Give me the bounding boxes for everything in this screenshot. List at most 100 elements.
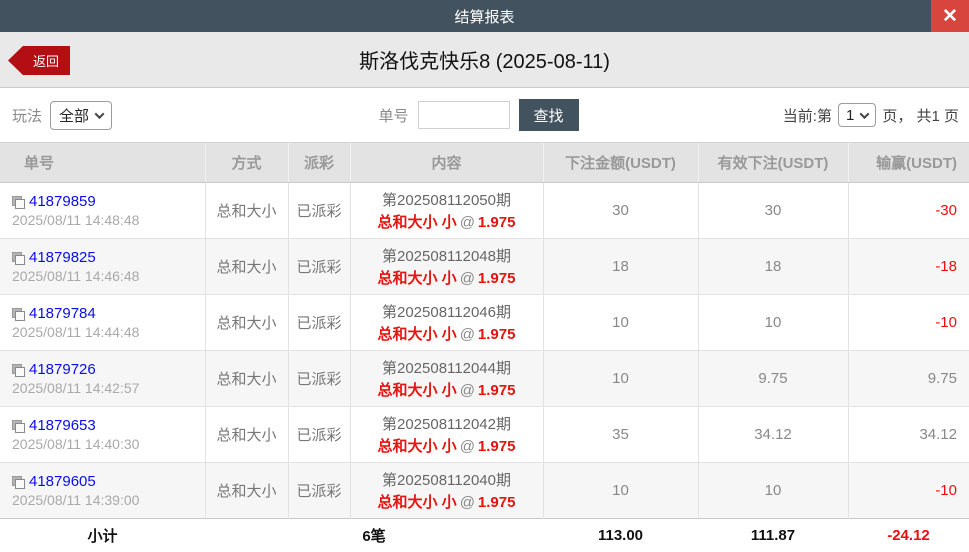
col-order-no: 单号	[0, 142, 205, 183]
order-no-link[interactable]: 41879605	[29, 473, 96, 490]
page-suffix-label: 页， 共1 页	[882, 107, 959, 125]
pick-selection: 总和大小 小	[377, 326, 457, 343]
pick-odds: 1.975	[477, 382, 516, 399]
subtotal-valid: 111.87	[698, 518, 848, 552]
pick-selection: 总和大小 小	[377, 270, 457, 287]
win-loss-cell: 9.75	[847, 350, 969, 407]
pick-text: 总和大小 小 @1.975	[351, 267, 543, 288]
col-payout: 派彩	[287, 142, 350, 183]
copy-icon[interactable]	[12, 475, 25, 489]
order-no-label: 单号	[378, 107, 409, 125]
subtotal-label: 小计	[0, 518, 205, 552]
pick-odds: 1.975	[477, 438, 516, 455]
play-type-label: 玩法	[12, 107, 43, 125]
table-footer: 小计 6笔 113.00 111.87 -24.12	[0, 518, 969, 552]
valid-bet-cell: 10	[697, 462, 848, 519]
pick-selection: 总和大小 小	[377, 438, 457, 455]
payout-status-cell: 已派彩	[287, 182, 350, 239]
copy-icon[interactable]	[12, 195, 25, 209]
order-no-input[interactable]	[417, 101, 510, 129]
order-no-link[interactable]: 41879825	[29, 249, 96, 266]
content-cell: 第202508112050期 总和大小 小 @1.975	[349, 182, 543, 239]
payout-status-cell: 已派彩	[287, 406, 350, 463]
pick-text: 总和大小 小 @1.975	[351, 323, 543, 344]
period-text: 第202508112048期	[382, 248, 511, 265]
content-cell: 第202508112046期 总和大小 小 @1.975	[349, 294, 543, 351]
method-cell: 总和大小	[204, 406, 288, 463]
order-no-link[interactable]: 41879653	[29, 417, 96, 434]
win-loss-cell: -18	[847, 238, 969, 295]
order-timestamp: 2025/08/11 14:39:00	[12, 492, 140, 508]
order-timestamp: 2025/08/11 14:44:48	[12, 324, 140, 340]
modal-title: 结算报表	[454, 8, 515, 26]
table-row: 41879825 2025/08/11 14:46:48 总和大小 已派彩 第2…	[0, 238, 969, 295]
valid-bet-cell: 18	[697, 238, 848, 295]
settlement-table: 单号 方式 派彩 内容 下注金额(USDT) 有效下注(USDT) 输赢(USD…	[0, 142, 969, 552]
play-type-value: 全部	[59, 107, 90, 125]
order-no-link[interactable]: 41879784	[29, 305, 96, 322]
order-search-group: 单号 查找	[378, 88, 579, 142]
method-cell: 总和大小	[204, 238, 288, 295]
search-button[interactable]: 查找	[518, 99, 579, 131]
subtotal-count: 6笔	[205, 518, 543, 552]
col-win-loss: 输赢(USDT)	[847, 142, 969, 183]
content-cell: 第202508112044期 总和大小 小 @1.975	[349, 350, 543, 407]
valid-bet-cell: 34.12	[697, 406, 848, 463]
pick-text: 总和大小 小 @1.975	[351, 491, 543, 512]
period-text: 第202508112046期	[382, 304, 511, 321]
pick-odds: 1.975	[477, 326, 516, 343]
col-content: 内容	[349, 142, 543, 183]
page-select[interactable]: 1	[837, 103, 877, 127]
method-cell: 总和大小	[204, 350, 288, 407]
pick-text: 总和大小 小 @1.975	[351, 211, 543, 232]
bet-amount-cell: 30	[542, 182, 698, 239]
table-body: 41879859 2025/08/11 14:48:48 总和大小 已派彩 第2…	[0, 182, 969, 519]
method-cell: 总和大小	[204, 462, 288, 519]
close-icon[interactable]: ✕	[931, 0, 969, 32]
win-loss-cell: 34.12	[847, 406, 969, 463]
col-valid-bet: 有效下注(USDT)	[697, 142, 848, 183]
page-prefix-label: 当前:第	[782, 107, 832, 125]
at-symbol: @	[459, 494, 475, 511]
copy-icon[interactable]	[12, 363, 25, 377]
win-loss-cell: -10	[847, 294, 969, 351]
order-cell: 41879825 2025/08/11 14:46:48	[0, 238, 205, 295]
bet-amount-cell: 35	[542, 406, 698, 463]
play-type-select[interactable]: 全部	[50, 100, 113, 130]
pick-text: 总和大小 小 @1.975	[351, 435, 543, 456]
order-no-link[interactable]: 41879859	[29, 193, 96, 210]
copy-icon[interactable]	[12, 251, 25, 265]
win-loss-cell: -30	[847, 182, 969, 239]
period-text: 第202508112040期	[382, 472, 511, 489]
copy-icon[interactable]	[12, 307, 25, 321]
pick-selection: 总和大小 小	[377, 382, 457, 399]
modal-titlebar: 结算报表 ✕	[0, 0, 969, 32]
table-row: 41879605 2025/08/11 14:39:00 总和大小 已派彩 第2…	[0, 462, 969, 519]
table-row: 41879784 2025/08/11 14:44:48 总和大小 已派彩 第2…	[0, 294, 969, 351]
report-header: 返回 斯洛伐克快乐8 (2025-08-11)	[0, 32, 969, 88]
period-text: 第202508112050期	[382, 192, 511, 209]
table-row: 41879653 2025/08/11 14:40:30 总和大小 已派彩 第2…	[0, 406, 969, 463]
back-button[interactable]: 返回	[8, 46, 70, 75]
payout-status-cell: 已派彩	[287, 462, 350, 519]
copy-icon[interactable]	[12, 419, 25, 433]
pagination-group: 当前:第 1 页， 共1 页	[783, 88, 959, 142]
pick-text: 总和大小 小 @1.975	[351, 379, 543, 400]
order-no-link[interactable]: 41879726	[29, 361, 96, 378]
order-timestamp: 2025/08/11 14:42:57	[12, 380, 140, 396]
win-loss-cell: -10	[847, 462, 969, 519]
at-symbol: @	[459, 270, 475, 287]
order-timestamp: 2025/08/11 14:48:48	[12, 212, 140, 228]
at-symbol: @	[459, 382, 475, 399]
payout-status-cell: 已派彩	[287, 238, 350, 295]
period-text: 第202508112044期	[382, 360, 511, 377]
order-cell: 41879784 2025/08/11 14:44:48	[0, 294, 205, 351]
at-symbol: @	[459, 326, 475, 343]
chevron-down-icon	[859, 108, 870, 119]
bet-amount-cell: 10	[542, 350, 698, 407]
bet-amount-cell: 10	[542, 462, 698, 519]
subtotal-win-loss: -24.12	[848, 518, 969, 552]
bet-amount-cell: 10	[542, 294, 698, 351]
col-bet-amount: 下注金额(USDT)	[542, 142, 698, 183]
order-cell: 41879605 2025/08/11 14:39:00	[0, 462, 205, 519]
